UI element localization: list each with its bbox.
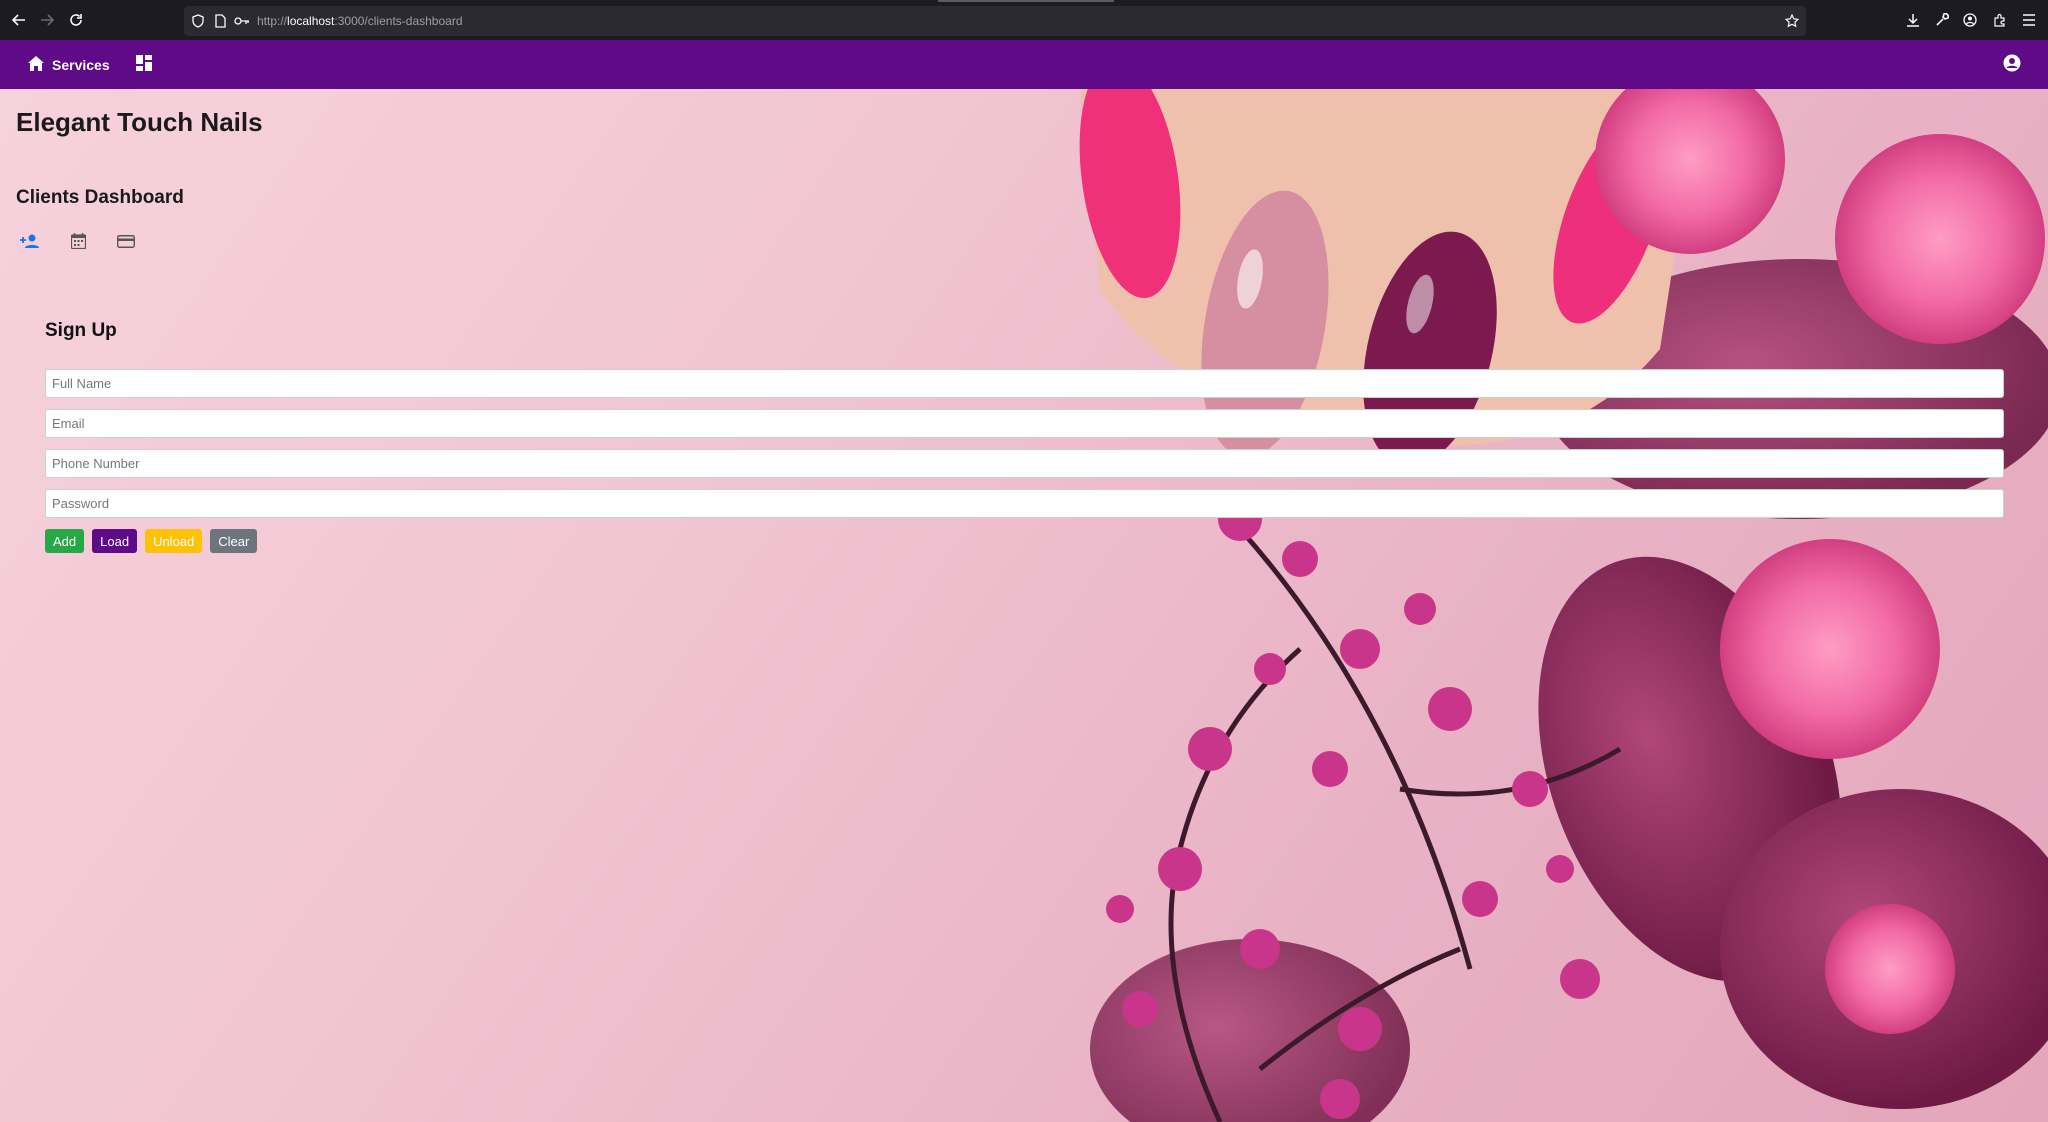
menu-icon[interactable] bbox=[2020, 11, 2038, 29]
password-input[interactable] bbox=[45, 489, 2004, 518]
tab-indicator bbox=[938, 0, 1114, 2]
nav-services-label: Services bbox=[52, 57, 110, 73]
background-image bbox=[0, 89, 2048, 1122]
user-account-icon[interactable] bbox=[2003, 54, 2023, 74]
load-button[interactable]: Load bbox=[92, 529, 138, 553]
key-icon[interactable] bbox=[234, 13, 250, 29]
credit-card-icon[interactable] bbox=[116, 231, 136, 251]
forward-icon[interactable] bbox=[37, 10, 57, 30]
email-input[interactable] bbox=[45, 409, 2004, 438]
bookmark-star-icon[interactable] bbox=[1784, 13, 1800, 29]
reload-icon[interactable] bbox=[66, 10, 86, 30]
page-icon[interactable] bbox=[212, 13, 228, 29]
wrench-icon[interactable] bbox=[1933, 11, 1951, 29]
unload-button[interactable]: Unload bbox=[145, 529, 203, 553]
dashboard-title: Clients Dashboard bbox=[16, 187, 184, 208]
shield-icon[interactable] bbox=[190, 13, 206, 29]
full-name-input[interactable] bbox=[45, 369, 2004, 398]
nav-services-link[interactable]: Services bbox=[28, 53, 110, 77]
add-button[interactable]: Add bbox=[45, 529, 85, 553]
person-add-icon[interactable] bbox=[20, 231, 40, 251]
clear-button[interactable]: Clear bbox=[210, 529, 258, 553]
dashboard-grid-icon[interactable] bbox=[136, 55, 154, 73]
calendar-icon[interactable] bbox=[68, 231, 88, 251]
extensions-icon[interactable] bbox=[1991, 11, 2009, 29]
browser-toolbar: http://localhost:3000/clients-dashboard bbox=[0, 0, 2048, 40]
home-icon bbox=[28, 56, 44, 74]
signup-title: Sign Up bbox=[45, 320, 117, 341]
dashboard-section-icons bbox=[20, 231, 136, 251]
url-bar[interactable]: http://localhost:3000/clients-dashboard bbox=[184, 6, 1806, 36]
brand-title: Elegant Touch Nails bbox=[16, 107, 263, 137]
account-icon[interactable] bbox=[1961, 11, 1979, 29]
phone-number-input[interactable] bbox=[45, 449, 2004, 478]
url-text: http://localhost:3000/clients-dashboard bbox=[257, 14, 463, 28]
form-actions: Add Load Unload Clear bbox=[45, 529, 258, 553]
app-navbar: Services bbox=[0, 40, 2048, 89]
back-icon[interactable] bbox=[9, 10, 29, 30]
download-icon[interactable] bbox=[1904, 11, 1922, 29]
